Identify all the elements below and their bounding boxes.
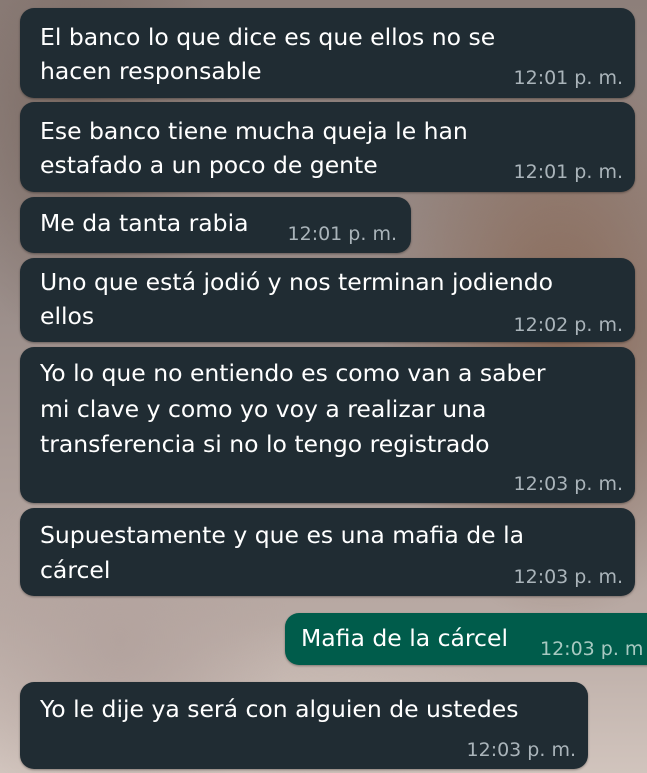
message-text-line: Ese banco tiene mucha queja le han	[40, 117, 468, 145]
message-text-line: transferencia si no lo tengo registrado	[40, 430, 490, 458]
message-bubble-incoming[interactable]: El banco lo que dice es que ellos no se …	[20, 8, 635, 98]
message-bubble-incoming[interactable]: Ese banco tiene mucha queja le han estaf…	[20, 102, 635, 192]
message-text-line: El banco lo que dice es que ellos no se	[40, 23, 496, 51]
message-text-line: Mafia de la cárcel	[301, 624, 508, 652]
message-bubble-incoming[interactable]: Supuestamente y que es una mafia de la c…	[20, 508, 635, 596]
message-bubble-incoming[interactable]: Yo lo que no entiendo es como van a sabe…	[20, 347, 635, 503]
message-timestamp: 12:03 p. m.	[513, 473, 623, 495]
message-timestamp: 12:01 p. m.	[513, 161, 623, 183]
message-text-line: mi clave y como yo voy a realizar una	[40, 395, 487, 423]
message-text-line: ellos	[40, 302, 95, 330]
message-timestamp: 12:03 p. m.	[466, 739, 576, 761]
message-timestamp: 12:03 p. m	[540, 638, 644, 660]
message-bubble-outgoing[interactable]: Mafia de la cárcel 12:03 p. m	[285, 613, 647, 665]
message-timestamp: 12:02 p. m.	[513, 314, 623, 336]
message-text-line: Uno que está jodió y nos terminan jodien…	[40, 268, 554, 296]
message-text-line: Me da tanta rabia	[40, 209, 249, 237]
message-timestamp: 12:01 p. m.	[287, 223, 397, 245]
message-timestamp: 12:01 p. m.	[513, 67, 623, 89]
message-bubble-incoming[interactable]: Yo le dije ya será con alguien de ustede…	[20, 682, 588, 769]
message-bubble-incoming[interactable]: Uno que está jodió y nos terminan jodien…	[20, 258, 635, 342]
message-text-line: cárcel	[40, 556, 111, 584]
message-text-line: Yo lo que no entiendo es como van a sabe…	[40, 359, 546, 387]
message-text-line: hacen responsable	[40, 57, 262, 85]
message-text-line: Yo le dije ya será con alguien de ustede…	[40, 695, 519, 723]
message-text-line: estafado a un poco de gente	[40, 151, 378, 179]
chat-conversation: El banco lo que dice es que ellos no se …	[0, 0, 647, 773]
message-text-line: Supuestamente y que es una mafia de la	[40, 521, 525, 549]
message-bubble-incoming[interactable]: Me da tanta rabia 12:01 p. m.	[20, 197, 411, 253]
message-timestamp: 12:03 p. m.	[513, 566, 623, 588]
